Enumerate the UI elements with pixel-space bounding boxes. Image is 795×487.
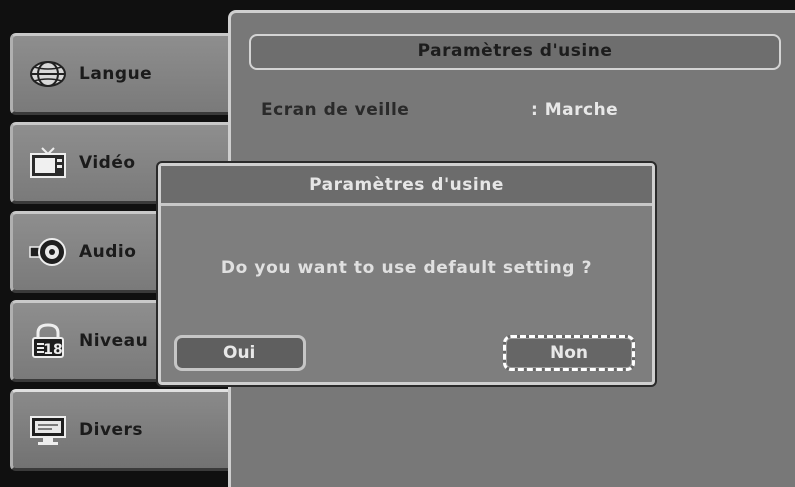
factory-reset-dialog: Paramètres d'usine Do you want to use de…	[158, 163, 655, 385]
yes-button[interactable]: Oui	[174, 335, 306, 371]
dialog-message: Do you want to use default setting ?	[220, 258, 593, 278]
svg-text:18: 18	[43, 342, 62, 358]
no-button[interactable]: Non	[503, 335, 635, 371]
sidebar-item-label: Divers	[79, 420, 144, 440]
tv-icon	[27, 146, 69, 180]
speaker-icon	[27, 235, 69, 269]
dialog-title: Paramètres d'usine	[161, 166, 652, 206]
setting-name: Ecran de veille	[261, 100, 410, 120]
sidebar-item-label: Audio	[79, 242, 137, 262]
sidebar-item-label: Langue	[79, 64, 153, 84]
sidebar-item-langue[interactable]: Langue	[10, 33, 242, 115]
sidebar-item-label: Vidéo	[79, 153, 136, 173]
sidebar-item-label: Niveau	[79, 331, 149, 351]
sidebar-item-divers[interactable]: Divers	[10, 389, 242, 471]
padlock-icon: 18	[27, 323, 69, 358]
setting-row-screensaver[interactable]: Ecran de veille : Marche	[261, 95, 761, 125]
globe-icon	[27, 57, 69, 91]
monitor-icon	[27, 413, 69, 447]
osd-screen: Langue Vidéo Audio 18 Niveau Divers Para…	[0, 0, 795, 487]
setting-value: : Marche	[531, 100, 619, 120]
panel-title: Paramètres d'usine	[249, 34, 781, 70]
